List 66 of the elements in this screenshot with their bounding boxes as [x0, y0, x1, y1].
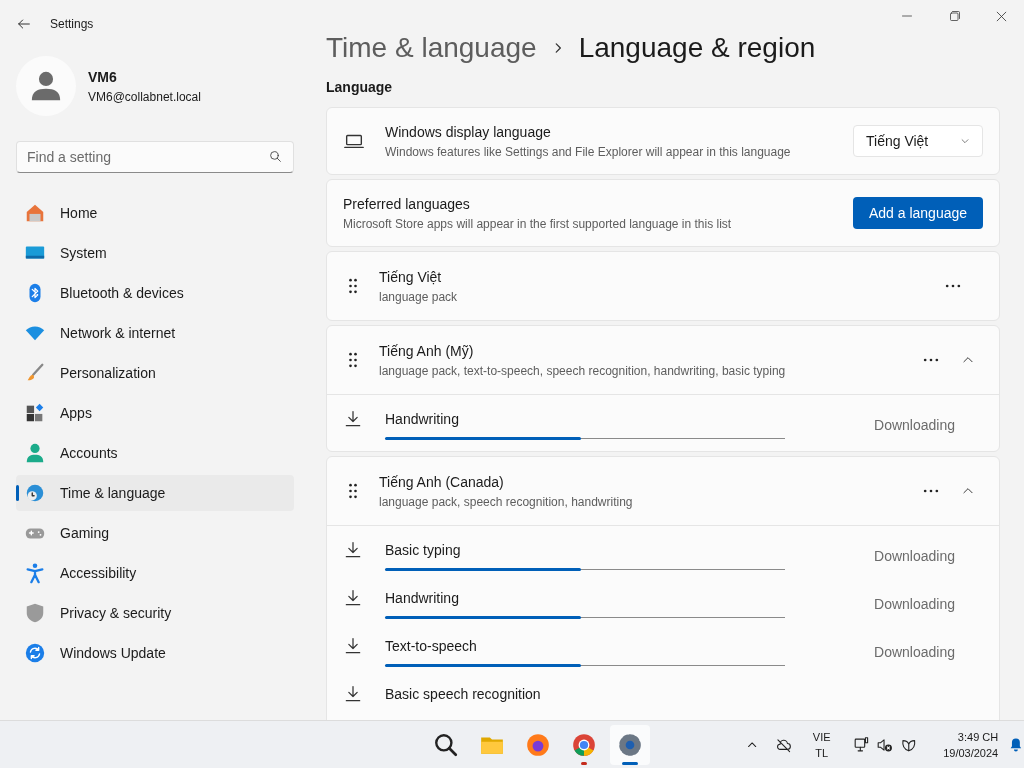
download-status: Downloading — [874, 547, 955, 566]
download-status: Downloading — [874, 643, 955, 662]
download-status: Downloading — [874, 416, 955, 435]
sidebar-item[interactable]: Network & internet — [16, 315, 294, 351]
sidebar-item[interactable]: Bluetooth & devices — [16, 275, 294, 311]
back-icon[interactable] — [16, 16, 32, 32]
setting-title: Windows display language — [385, 122, 552, 142]
language-name: Tiếng Anh (Canada) — [379, 472, 505, 492]
setting-description: Windows features like Settings and File Explorer will appear in this language — [385, 143, 792, 161]
sidebar-item[interactable]: System — [16, 235, 294, 271]
language-name: Tiếng Việt — [379, 267, 443, 287]
page-title: Language & region — [578, 31, 816, 65]
add-language-button[interactable]: Add a language — [853, 197, 983, 229]
setting-description: Microsoft Store apps will appear in the first supported language in this list — [343, 215, 733, 233]
language-dropdown[interactable]: Tiếng Việt — [853, 125, 983, 157]
caret-icon — [960, 136, 970, 146]
sidebar-item[interactable]: Time & language — [16, 475, 294, 511]
chrome-icon — [571, 731, 597, 758]
download-status: Downloading — [874, 595, 955, 614]
download-icon — [343, 636, 363, 656]
download-name: Text-to-speech — [385, 637, 478, 656]
breadcrumb-parent[interactable]: Time & language — [326, 27, 537, 69]
language-features: language pack — [379, 288, 459, 306]
clock-date[interactable]: 19/03/2024 — [943, 744, 999, 761]
setting-title: Preferred languages — [343, 194, 471, 214]
sidebar-item[interactable]: Privacy & security — [16, 595, 294, 631]
house-icon — [24, 202, 46, 224]
close-icon[interactable] — [995, 10, 1008, 23]
section-heading: Language — [326, 78, 394, 97]
language-features: language pack, speech recognition, handwriting — [379, 493, 634, 511]
sidebar-item[interactable]: Accounts — [16, 435, 294, 471]
download-icon — [343, 684, 363, 704]
sidebar-item[interactable]: Gaming — [16, 515, 294, 551]
language-name: Tiếng Anh (Mỹ) — [379, 341, 475, 361]
sidebar-item[interactable]: Personalization — [16, 355, 294, 391]
globe-clock-icon — [24, 482, 46, 504]
shield-icon — [24, 602, 46, 624]
person-icon — [24, 442, 46, 464]
sidebar-item[interactable]: Home — [16, 195, 294, 231]
account-email: VM6@collabnet.local — [88, 88, 201, 106]
sidebar-item[interactable]: Apps — [16, 395, 294, 431]
apps-icon — [24, 402, 46, 424]
clock-time[interactable]: 3:49 CH — [957, 728, 999, 745]
sidebar-item[interactable]: Windows Update — [16, 635, 294, 671]
input-language[interactable]: TL — [815, 744, 829, 761]
download-icon — [343, 588, 363, 608]
accessibility-icon — [24, 562, 46, 584]
download-name: Handwriting — [385, 410, 460, 429]
search-icon — [433, 731, 459, 758]
window-title: Settings — [50, 16, 94, 33]
download-name: Basic speech recognition — [385, 685, 542, 704]
taskbar-app[interactable] — [610, 724, 650, 765]
input-language[interactable]: VIE — [812, 728, 831, 745]
download-icon — [343, 540, 363, 560]
download-name: Handwriting — [385, 589, 460, 608]
download-icon — [343, 409, 363, 429]
language-features: language pack, text-to-speech, speech recognition, handwriting, basic typing — [379, 362, 787, 380]
account-name: VM6 — [88, 67, 118, 87]
fox-globe-icon — [525, 731, 551, 758]
search-icon — [269, 150, 282, 163]
download-name: Basic typing — [385, 541, 462, 560]
bell-icon[interactable] — [1008, 735, 1024, 754]
sidebar-item[interactable]: Accessibility — [16, 555, 294, 591]
maximize-icon[interactable] — [949, 10, 961, 22]
search-field[interactable]: Find a setting — [16, 141, 294, 173]
update-icon — [24, 642, 46, 664]
